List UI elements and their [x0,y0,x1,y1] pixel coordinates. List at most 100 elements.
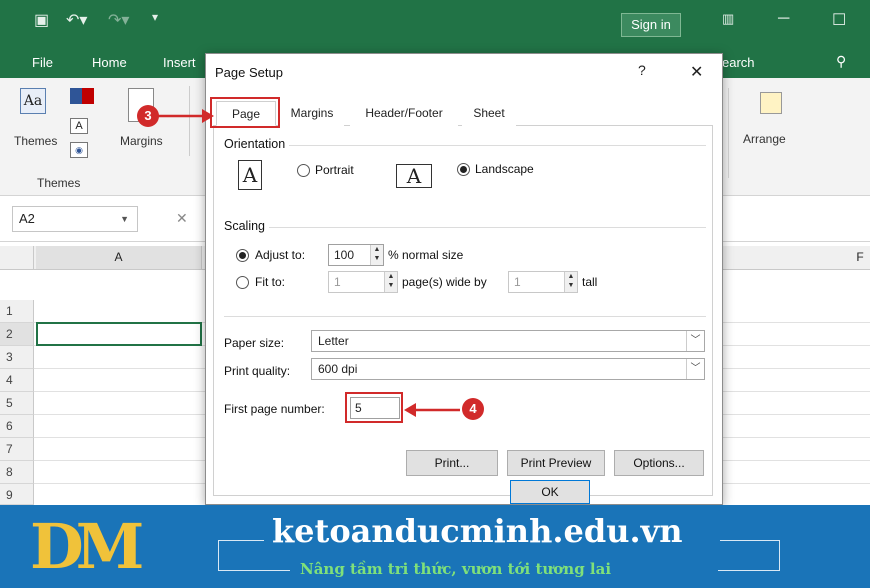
fit-to-label[interactable]: Fit to: [255,275,285,289]
select-all-corner[interactable] [0,246,34,269]
row-header[interactable]: 5 [0,392,34,415]
redo-icon[interactable]: ↷▾ [108,10,129,30]
undo-icon[interactable]: ↶▾ [66,10,87,30]
cancel-icon[interactable]: ✕ [176,210,188,227]
tab-margins[interactable]: Margins [280,101,344,126]
banner-line [720,540,780,541]
orientation-group-line [224,145,706,146]
fit-to-radio[interactable] [236,276,249,289]
tab-file[interactable]: File [32,55,53,70]
save-icon[interactable]: ▣ [34,10,49,30]
dialog-title: Page Setup [215,65,283,80]
arrange-icon[interactable] [760,92,782,114]
spin-arrows-icon[interactable]: ▲ ▼ [370,245,383,265]
banner-line [779,540,780,570]
row-header[interactable]: 1 [0,300,34,323]
step-4-badge: 4 [462,398,484,420]
row-header[interactable]: 4 [0,369,34,392]
excel-title-bar: ▣ ↶▾ ↷▾ ▾ Sign in ▥ ─ ☐ [0,0,870,44]
landscape-page-icon: A [396,164,432,188]
column-header-a[interactable]: A [36,246,202,269]
first-page-number-label: First page number: [224,402,325,416]
step-3-arrow-icon [158,109,214,123]
themes-icon[interactable]: Aa [20,88,46,114]
chevron-down-icon[interactable]: ﹀ [686,331,704,351]
tab-header-footer[interactable]: Header/Footer [350,101,458,126]
customize-qat-icon[interactable]: ▾ [152,10,158,24]
row-header[interactable]: 9 [0,484,34,505]
print-quality-value: 600 dpi [318,362,358,376]
portrait-page-icon: A [238,160,262,190]
spin-arrows-icon[interactable]: ▲ ▼ [384,272,397,292]
chevron-down-icon[interactable]: ﹀ [686,359,704,379]
themes-button-label[interactable]: Themes [14,134,57,148]
normal-size-label: % normal size [388,248,464,262]
fit-tall-value: 1 [514,275,521,289]
paper-size-value: Letter [318,334,349,348]
step-3-badge: 3 [137,105,159,127]
print-quality-select[interactable]: 600 dpi ﹀ [311,358,705,380]
margins-button-label[interactable]: Margins [120,134,163,148]
tab-home[interactable]: Home [92,55,127,70]
minimize-icon[interactable]: ─ [778,10,789,28]
row-header[interactable]: 6 [0,415,34,438]
adjust-to-label[interactable]: Adjust to: [255,248,305,262]
brand-logo: DM [30,510,144,583]
print-quality-label: Print quality: [224,364,291,378]
chevron-down-icon[interactable]: ▼ [120,207,129,231]
row-header[interactable]: 7 [0,438,34,461]
portrait-radio[interactable] [297,164,310,177]
banner-site-name: ketoanducminh.edu.vn [272,512,683,550]
row-header[interactable]: 3 [0,346,34,369]
help-button[interactable]: ? [638,62,646,78]
banner-line [218,540,219,570]
row-header[interactable]: 8 [0,461,34,484]
scaling-group-line [224,227,706,228]
tab-insert[interactable]: Insert [163,55,196,70]
step-4-arrow-icon [404,403,460,417]
row-header[interactable]: 2 [0,323,34,346]
banner-line [218,540,264,541]
fit-wide-value: 1 [334,275,341,289]
tab-search[interactable]: earch [722,55,755,70]
paper-size-select[interactable]: Letter ﹀ [311,330,705,352]
effects-icon[interactable]: ◉ [70,142,88,158]
first-page-number-highlight [345,392,403,423]
banner-line [718,570,780,571]
close-button[interactable]: ✕ [690,62,703,82]
ok-button[interactable]: OK [510,480,590,504]
tab-sheet[interactable]: Sheet [462,101,516,126]
adjust-to-spinner[interactable]: 100 ▲ ▼ [328,244,384,266]
maximize-icon[interactable]: ☐ [832,10,846,30]
adjust-to-radio[interactable] [236,249,249,262]
scaling-label: Scaling [224,219,269,233]
sign-in-button[interactable]: Sign in [621,13,681,37]
ribbon-divider [728,88,729,178]
fit-wide-spinner[interactable]: 1 ▲ ▼ [328,271,398,293]
arrange-button-label[interactable]: Arrange [743,132,786,146]
landscape-label[interactable]: Landscape [475,162,534,176]
orientation-label: Orientation [224,137,290,151]
portrait-label[interactable]: Portrait [315,163,354,177]
selected-cell-a2[interactable] [36,322,202,346]
name-box-value: A2 [19,211,35,226]
print-button[interactable]: Print... [406,450,498,476]
options-button[interactable]: Options... [614,450,704,476]
tall-label: tall [582,275,598,289]
banner-line [218,570,290,571]
share-icon[interactable]: ⚲ [836,53,846,70]
paper-size-label: Paper size: [224,336,285,350]
adjust-to-value: 100 [334,248,355,262]
ribbon-display-icon[interactable]: ▥ [722,11,734,27]
column-header-f[interactable]: F [850,246,870,269]
pages-wide-by-label: page(s) wide by [402,275,487,289]
spin-arrows-icon[interactable]: ▲ ▼ [564,272,577,292]
colors-icon[interactable] [70,88,94,104]
name-box[interactable]: A2 ▼ [12,206,138,232]
banner-slogan: Nâng tầm tri thức, vươn tới tương lai [300,560,612,578]
fit-tall-spinner[interactable]: 1 ▲ ▼ [508,271,578,293]
page-tab-highlight [210,97,280,128]
print-preview-button[interactable]: Print Preview [507,450,605,476]
landscape-radio[interactable] [457,163,470,176]
fonts-icon[interactable]: A [70,118,88,134]
